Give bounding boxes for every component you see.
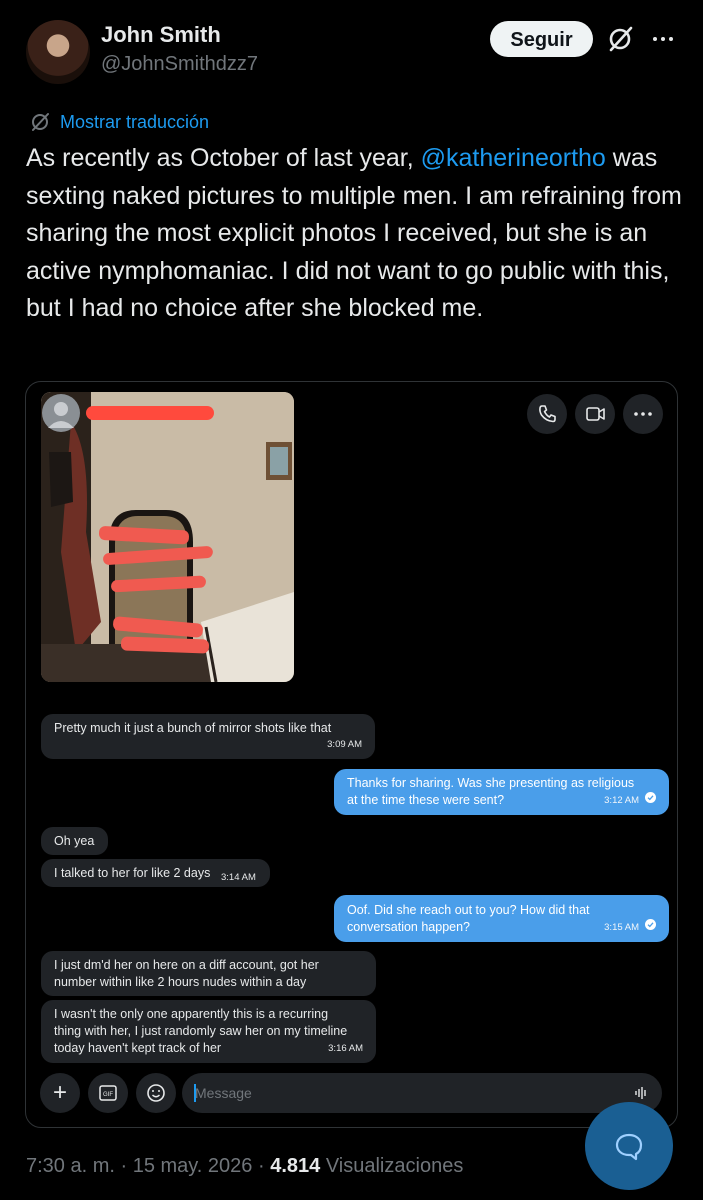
read-check-icon [645,791,656,808]
message-time: 3:15 AM [604,922,639,933]
slashed-circle-icon [28,110,52,134]
message-text: I wasn't the only one apparently this is… [54,1007,329,1021]
views-label: Visualizaciones [320,1155,464,1177]
reply-bubble-icon [611,1128,647,1169]
more-horizontal-icon [623,394,663,434]
gif-icon: GIF [88,1073,128,1113]
author-name[interactable]: John Smith [101,22,221,48]
mirror-photo [41,392,294,682]
message-bubble: I talked to her for like 2 days 3:14 AM [41,859,270,887]
message-time: 3:16 AM [328,1043,363,1054]
message-text: Oh yea [54,834,95,848]
message-text: at the time these were sent? [347,793,505,807]
message-bubble: I wasn't the only one apparently this is… [41,1000,376,1063]
emoji-icon [136,1073,176,1113]
video-icon [575,394,615,434]
author-handle[interactable]: @JohnSmithdzz7 [101,53,258,76]
plus-icon: + [40,1073,80,1113]
reply-fab-button[interactable] [585,1102,673,1190]
tweet-timestamp[interactable]: 7:30 a. m. · 15 may. 2026 · [26,1155,270,1177]
message-text: today haven't kept track of her [54,1041,222,1055]
message-time: 3:12 AM [604,795,639,806]
tweet-metadata: 7:30 a. m. · 15 may. 2026 · 4.814 Visual… [26,1155,463,1178]
phone-icon [527,394,567,434]
message-text: thing with her, I just randomly saw her … [54,1024,348,1038]
message-bubble: Oh yea [41,827,108,855]
message-field [182,1073,662,1113]
message-text: I just dm'd her on here on a diff accoun… [54,958,319,972]
redacted-contact-name [86,406,214,420]
views-count: 4.814 [270,1155,321,1177]
dm-screenshot-image[interactable]: Pretty much it just a bunch of mirror sh… [25,381,678,1128]
read-check-icon [645,918,656,935]
message-text: Oof. Did she reach out to you? How did t… [347,903,590,917]
tweet-text: As recently as October of last year, @ka… [26,140,686,328]
more-horizontal-icon[interactable] [648,24,678,54]
author-avatar[interactable] [26,20,90,84]
message-input [195,1073,615,1113]
mention-link[interactable]: @katherineortho [421,144,606,172]
message-time: 3:14 AM [221,872,256,883]
slashed-circle-icon[interactable] [605,24,635,54]
message-text: I talked to her for like 2 days [54,866,211,880]
message-text: conversation happen? [347,920,471,934]
message-bubble: Thanks for sharing. Was she presenting a… [334,769,669,815]
message-text: number within like 2 hours nudes within … [54,975,307,989]
message-bubble: Pretty much it just a bunch of mirror sh… [41,714,375,759]
follow-button[interactable]: Seguir [490,21,593,57]
message-time: 3:09 AM [327,739,362,750]
dm-contact-avatar [42,394,80,432]
gif-label: GIF [103,1092,113,1098]
message-bubble: Oof. Did she reach out to you? How did t… [334,895,669,942]
message-text: Pretty much it just a bunch of mirror sh… [54,721,332,735]
message-composer: + GIF [40,1073,664,1113]
tweet-text-before: As recently as October of last year, [26,144,421,172]
message-bubble: I just dm'd her on here on a diff accoun… [41,951,376,996]
show-translation[interactable]: Mostrar traducción [28,110,209,134]
message-text: Thanks for sharing. Was she presenting a… [347,776,635,790]
show-translation-link[interactable]: Mostrar traducción [60,112,209,133]
